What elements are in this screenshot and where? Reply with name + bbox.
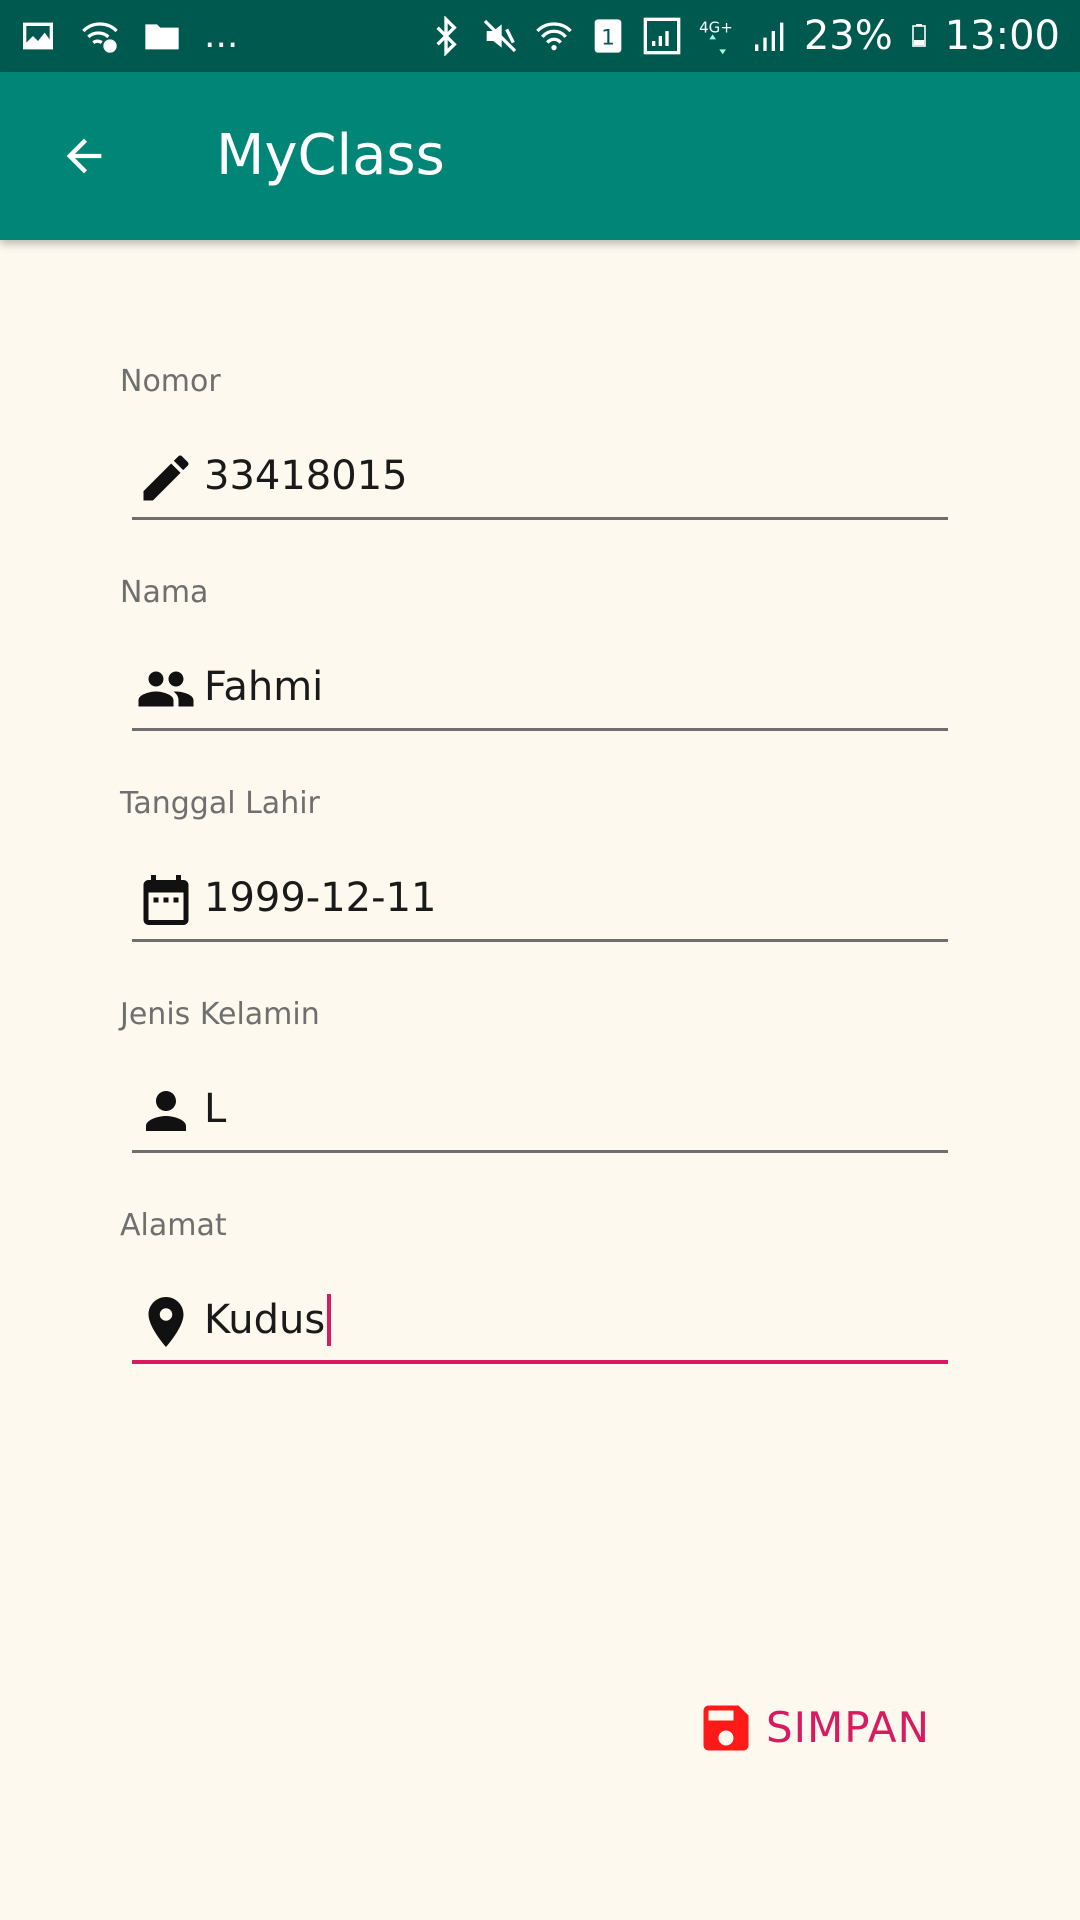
status-bar-right: 1 4G+ 23% 13:00 xyxy=(426,12,1060,60)
text-cursor xyxy=(327,1294,332,1346)
alamat-value: Kudus xyxy=(204,1297,326,1343)
svg-text:4G+: 4G+ xyxy=(699,19,733,37)
person-icon xyxy=(146,1091,186,1131)
clock: 13:00 xyxy=(944,13,1060,59)
status-bar-left: ... xyxy=(18,16,238,56)
image-icon xyxy=(23,22,53,50)
field-alamat: Alamat Kudus xyxy=(0,1208,1080,1408)
app-bar: MyClass xyxy=(0,72,1080,240)
field-nomor: Nomor 33418015 xyxy=(0,364,1080,564)
alamat-input[interactable]: Kudus xyxy=(132,1278,948,1364)
signal-icon xyxy=(643,17,681,55)
save-button[interactable]: SIMPAN xyxy=(696,1696,930,1760)
field-label: Nama xyxy=(120,575,209,610)
app-title: MyClass xyxy=(216,123,445,188)
tanggal-lahir-value: 1999-12-11 xyxy=(204,875,437,921)
field-nama: Nama Fahmi xyxy=(0,575,1080,775)
nomor-input[interactable]: 33418015 xyxy=(132,434,948,520)
sim-1-icon: 1 xyxy=(594,19,622,53)
arrow-back-icon xyxy=(66,138,102,174)
status-more: ... xyxy=(204,15,239,56)
alamat-value-wrap: Kudus xyxy=(204,1294,332,1346)
back-button[interactable] xyxy=(52,124,116,188)
battery-icon xyxy=(911,24,926,47)
nomor-value: 33418015 xyxy=(204,453,408,499)
nama-value: Fahmi xyxy=(204,664,324,710)
signal-bars-icon xyxy=(754,22,784,51)
battery-percent: 23% xyxy=(803,13,893,59)
wifi-question-icon xyxy=(82,22,118,53)
folder-icon xyxy=(145,24,179,50)
wifi-icon xyxy=(535,22,572,51)
field-label: Jenis Kelamin xyxy=(120,997,320,1032)
tanggal-lahir-input[interactable]: 1999-12-11 xyxy=(132,856,948,942)
pencil-icon xyxy=(143,455,189,501)
bluetooth-icon xyxy=(436,16,457,56)
jenis-kelamin-value: L xyxy=(204,1086,227,1132)
svg-text:1: 1 xyxy=(601,25,615,50)
people-icon xyxy=(138,671,194,707)
status-bar: ... 1 4G+ 23% 13:00 xyxy=(0,0,1080,72)
floppy-disk-icon xyxy=(703,1705,749,1751)
vibrate-mute-icon xyxy=(483,19,516,53)
save-button-label: SIMPAN xyxy=(766,1703,931,1752)
field-label: Tanggal Lahir xyxy=(120,786,320,821)
field-tanggal-lahir: Tanggal Lahir 1999-12-11 xyxy=(0,786,1080,986)
field-label: Alamat xyxy=(120,1208,227,1243)
nama-input[interactable]: Fahmi xyxy=(132,645,948,731)
network-4g-icon: 4G+ xyxy=(699,19,733,55)
field-label: Nomor xyxy=(120,364,221,399)
location-pin-icon xyxy=(148,1297,184,1347)
field-jenis-kelamin: Jenis Kelamin L xyxy=(0,997,1080,1197)
calendar-icon xyxy=(143,875,189,925)
jenis-kelamin-input[interactable]: L xyxy=(132,1067,948,1153)
